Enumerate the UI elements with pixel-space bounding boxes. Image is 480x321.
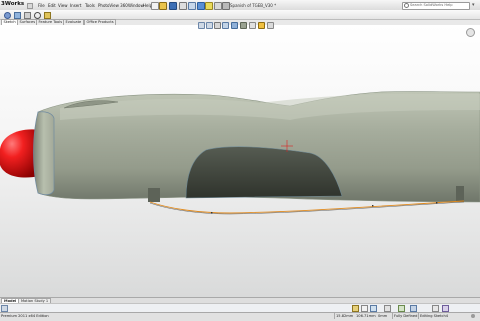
previous-view-icon[interactable] xyxy=(214,22,221,29)
line-icon[interactable] xyxy=(24,11,31,19)
strip-left-icon[interactable] xyxy=(1,305,8,312)
help-icon[interactable] xyxy=(471,313,475,318)
window-controls-icon[interactable]: ▾ xyxy=(472,2,475,8)
menu-file[interactable]: File xyxy=(38,3,45,8)
wing-root xyxy=(148,188,160,202)
appearance-icon[interactable] xyxy=(258,22,265,29)
print-icon[interactable] xyxy=(179,1,187,10)
convert-entities-icon[interactable] xyxy=(398,305,405,312)
view-cube-icon[interactable] xyxy=(466,28,475,37)
app-logo[interactable]: 3Works xyxy=(1,1,24,7)
aircraft-model[interactable] xyxy=(0,25,480,297)
section-view-icon[interactable] xyxy=(222,22,229,29)
search-icon[interactable] xyxy=(404,2,409,8)
zoom-fit-icon[interactable] xyxy=(198,22,205,29)
status-divider xyxy=(392,312,393,319)
options-icon[interactable] xyxy=(222,1,230,10)
sketch-definition-status: Fully Defined xyxy=(394,313,418,318)
view-orientation-icon[interactable] xyxy=(231,22,238,29)
status-divider xyxy=(334,312,335,319)
cowling xyxy=(33,111,55,196)
trim-icon[interactable] xyxy=(384,305,391,312)
new-icon[interactable] xyxy=(151,1,159,10)
menu-tools[interactable]: Tools xyxy=(85,3,95,8)
wing-root-rear xyxy=(456,186,464,202)
select-icon[interactable] xyxy=(197,1,205,10)
rebuild-icon[interactable] xyxy=(205,1,213,10)
undo-icon[interactable] xyxy=(188,1,196,10)
menu-window[interactable]: Window xyxy=(128,3,144,8)
menu-insert[interactable]: Insert xyxy=(70,3,81,8)
save-icon[interactable] xyxy=(169,1,177,10)
search-placeholder: Search SolidWorks Help xyxy=(410,2,453,7)
menu-edit[interactable]: Edit xyxy=(48,3,56,8)
mirror-icon[interactable] xyxy=(370,305,377,312)
graphics-area[interactable] xyxy=(0,25,480,297)
display-delete-relations-icon[interactable] xyxy=(361,305,368,312)
file-properties-icon[interactable] xyxy=(214,1,222,10)
relation-icon[interactable] xyxy=(352,305,359,312)
offset-icon[interactable] xyxy=(410,305,417,312)
coord-z: 0mm xyxy=(378,313,388,318)
spline-icon[interactable] xyxy=(44,11,51,19)
display-style-icon[interactable] xyxy=(240,22,247,29)
status-divider xyxy=(418,312,419,319)
document-title: Spanish of TGEB_V30 * xyxy=(230,2,277,8)
edition-label: Premium 2011 x64 Edition xyxy=(1,313,49,318)
pattern-icon[interactable] xyxy=(432,305,439,312)
menu-pin-icon[interactable] xyxy=(27,2,33,9)
coord-y: 106.71mm xyxy=(356,313,376,318)
menu-view[interactable]: View xyxy=(58,3,68,8)
move-entities-icon[interactable] xyxy=(442,305,449,312)
menu-photoview[interactable]: PhotoView 360 xyxy=(98,3,128,8)
smart-dimension-icon[interactable] xyxy=(14,11,21,19)
editing-mode: Editing Sketch4 xyxy=(420,313,449,318)
scene-icon[interactable] xyxy=(267,22,274,29)
hide-show-icon[interactable] xyxy=(249,22,256,29)
open-icon[interactable] xyxy=(159,1,167,10)
sketch-points xyxy=(211,202,438,214)
circle-icon[interactable] xyxy=(34,11,41,19)
zoom-area-icon[interactable] xyxy=(206,22,213,29)
coord-x: 15.82mm xyxy=(336,313,354,318)
sketch-icon[interactable] xyxy=(4,11,11,19)
